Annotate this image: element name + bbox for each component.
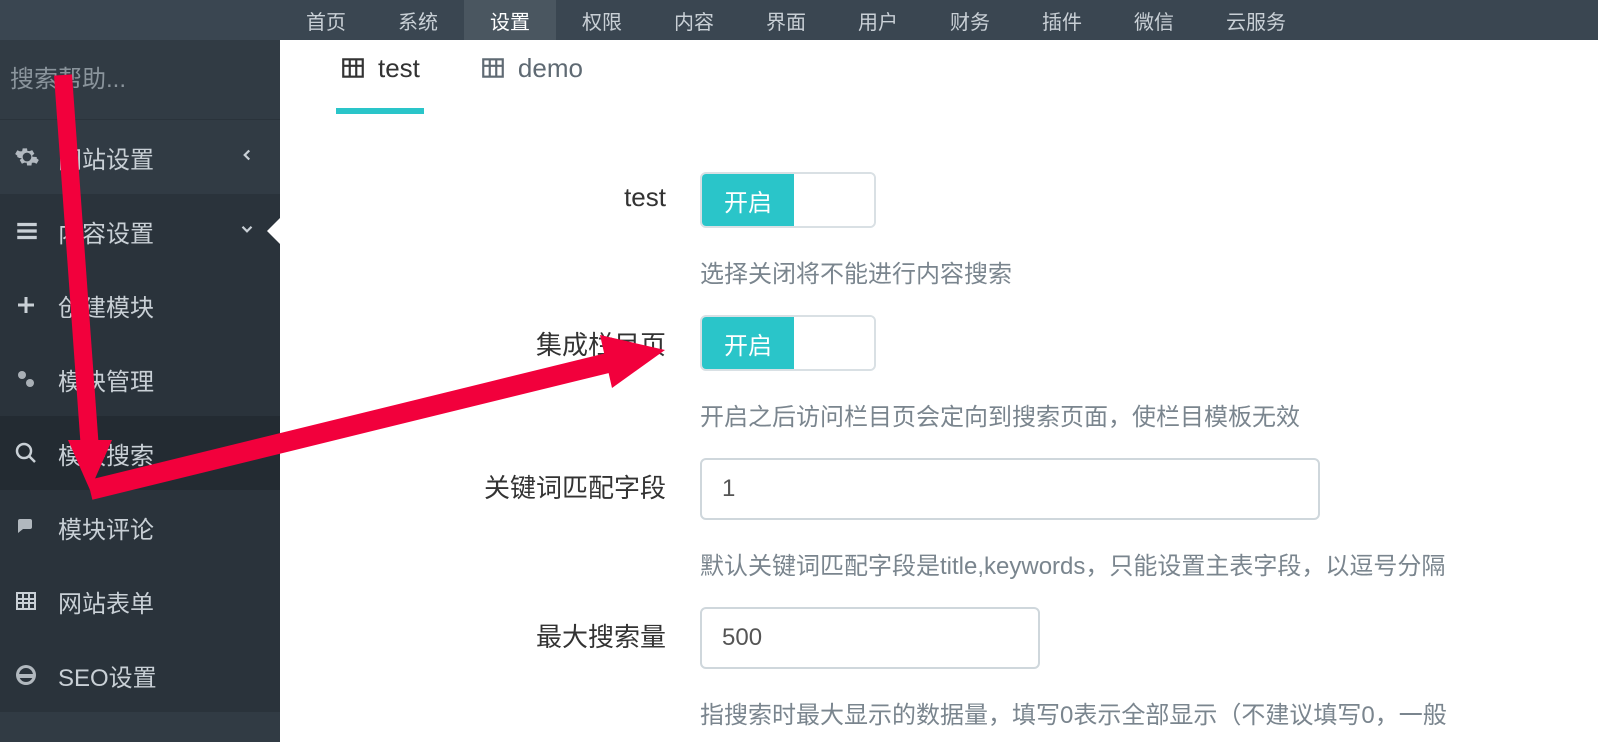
input-max-search[interactable]: [700, 607, 1040, 669]
search-icon: [14, 441, 38, 465]
topnav-item-settings[interactable]: 设置: [464, 0, 556, 40]
row-label-max-search: 最大搜索量: [340, 607, 700, 730]
toggle-test[interactable]: 开启: [700, 172, 876, 228]
comments-icon: [14, 515, 38, 539]
help-text: 默认关键词匹配字段是title,keywords，只能设置主表字段，以逗号分隔: [700, 546, 1598, 581]
row-label-keyword-fields: 关键词匹配字段: [340, 458, 700, 581]
tab-label: demo: [518, 53, 583, 84]
table-icon: [14, 589, 38, 613]
sidebar-item-site-settings[interactable]: 网站设置: [0, 120, 280, 194]
tab-demo[interactable]: demo: [480, 53, 583, 104]
sidebar-sub-label: 模块评论: [58, 510, 154, 545]
sidebar-item-content-settings[interactable]: 内容设置: [0, 194, 280, 268]
topnav-item-permission[interactable]: 权限: [556, 0, 648, 40]
toggle-integrate-column[interactable]: 开启: [700, 315, 876, 371]
sidebar: 网站设置 内容设置 创建模块 模块管理 模块搜索 模块评论 网站表单 SEO设置: [0, 40, 280, 742]
topnav-item-content[interactable]: 内容: [648, 0, 740, 40]
topnav-item-plugin[interactable]: 插件: [1016, 0, 1108, 40]
search-input[interactable]: [10, 66, 320, 94]
settings-form: test 开启 选择关闭将不能进行内容搜索 集成栏目页 开启 开启之后访问栏目页…: [340, 172, 1598, 730]
table-icon: [480, 55, 506, 81]
chevron-down-icon: [238, 217, 256, 245]
gear-icon: [14, 144, 40, 170]
table-icon: [340, 55, 366, 81]
top-nav: 首页 系统 设置 权限 内容 界面 用户 财务 插件 微信 云服务: [0, 0, 1598, 40]
content-area: test demo test 开启 选择关闭将不能进行内容搜索 集成栏目页 开启: [280, 40, 1598, 742]
sidebar-sub-label: 模块搜索: [58, 436, 154, 471]
topnav-item-wechat[interactable]: 微信: [1108, 0, 1200, 40]
topnav-item-home[interactable]: 首页: [280, 0, 372, 40]
row-label-integrate-column: 集成栏目页: [340, 315, 700, 432]
sidebar-sub-module-manage[interactable]: 模块管理: [0, 342, 280, 416]
sidebar-sub-module-search[interactable]: 模块搜索: [0, 416, 280, 490]
sidebar-sub-label: 模块管理: [58, 362, 154, 397]
help-text: 开启之后访问栏目页会定向到搜索页面，使栏目模板无效: [700, 397, 1598, 432]
sidebar-sub-site-form[interactable]: 网站表单: [0, 564, 280, 638]
toggle-on-label: 开启: [702, 174, 794, 226]
topnav-item-cloud[interactable]: 云服务: [1200, 0, 1312, 40]
sidebar-sub-create-module[interactable]: 创建模块: [0, 268, 280, 342]
sidebar-item-label: 内容设置: [58, 214, 154, 249]
tab-label: test: [378, 53, 420, 84]
tab-test[interactable]: test: [340, 53, 420, 104]
sidebar-sub-seo[interactable]: SEO设置: [0, 638, 280, 712]
plus-icon: [14, 293, 38, 317]
sidebar-sub-label: SEO设置: [58, 658, 157, 693]
topnav-item-finance[interactable]: 财务: [924, 0, 1016, 40]
input-keyword-fields[interactable]: [700, 458, 1320, 520]
help-text: 选择关闭将不能进行内容搜索: [700, 254, 1598, 289]
sidebar-sub-label: 创建模块: [58, 288, 154, 323]
sidebar-item-label: 网站设置: [58, 140, 154, 175]
toggle-off: [794, 317, 874, 369]
topnav-item-ui[interactable]: 界面: [740, 0, 832, 40]
gears-icon: [14, 367, 38, 391]
toggle-on-label: 开启: [702, 317, 794, 369]
sidebar-sub-label: 网站表单: [58, 584, 154, 619]
menu-icon: [14, 218, 40, 244]
topnav-item-system[interactable]: 系统: [372, 0, 464, 40]
sidebar-search: [0, 40, 280, 120]
sidebar-sub-module-comment[interactable]: 模块评论: [0, 490, 280, 564]
topnav-item-user[interactable]: 用户: [832, 0, 924, 40]
chevron-left-icon: [238, 143, 256, 171]
tabs: test demo: [340, 40, 1598, 108]
ie-icon: [14, 663, 38, 687]
help-text: 指搜索时最大显示的数据量，填写0表示全部显示（不建议填写0，一般: [700, 695, 1598, 730]
toggle-off: [794, 174, 874, 226]
row-label-test: test: [340, 172, 700, 289]
